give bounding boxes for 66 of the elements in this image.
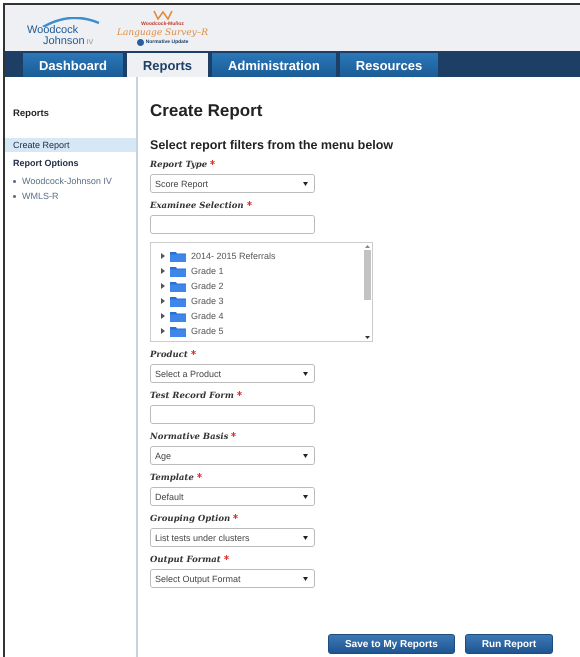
required-asterisk-icon xyxy=(231,432,236,437)
select-field[interactable]: Score Report xyxy=(150,174,315,193)
required-asterisk-icon xyxy=(210,160,216,165)
required-asterisk-icon xyxy=(236,391,242,396)
field-label: Template xyxy=(150,473,580,483)
field-label: Test Record Form xyxy=(150,391,580,401)
tree-item-label[interactable]: Grade 1 xyxy=(191,266,224,276)
expand-arrow-icon[interactable] xyxy=(161,328,165,334)
tree-item-label[interactable]: Grade 4 xyxy=(191,311,224,321)
tree-item-label[interactable]: Grade 5 xyxy=(191,326,224,336)
field-label: Examinee Selection xyxy=(150,201,580,211)
folder-icon xyxy=(170,266,186,276)
expand-arrow-icon[interactable] xyxy=(161,283,165,289)
select-field[interactable]: Default xyxy=(150,487,315,506)
nav-tab[interactable]: Reports xyxy=(126,53,208,77)
nav-tab[interactable]: Administration xyxy=(212,53,336,77)
field-label: Grouping Option xyxy=(150,514,580,524)
tree-item-label[interactable]: Grade 2 xyxy=(191,281,224,291)
expand-arrow-icon[interactable] xyxy=(161,313,165,319)
caret-icon xyxy=(303,182,308,186)
folder-icon xyxy=(170,326,186,336)
field-label: Product xyxy=(150,350,580,360)
caret-icon xyxy=(303,454,308,458)
folder-icon xyxy=(170,250,186,262)
select-field[interactable]: Select Output Format xyxy=(150,569,315,588)
input-field[interactable] xyxy=(150,405,315,424)
sidebar-item[interactable]: Report Options xyxy=(5,156,136,170)
input-field[interactable] xyxy=(150,215,315,234)
expand-arrow-icon[interactable] xyxy=(161,268,165,274)
caret-icon xyxy=(303,536,308,540)
select-field[interactable]: List tests under clusters xyxy=(150,528,315,547)
nav-tab[interactable]: Resources xyxy=(340,53,438,77)
select-field[interactable]: Age xyxy=(150,446,315,465)
page-title: Create Report xyxy=(150,101,264,121)
scroll-up-icon[interactable] xyxy=(364,245,370,248)
field-label: Output Format xyxy=(150,555,580,565)
tree-item-label[interactable]: Grade 3 xyxy=(191,296,224,306)
required-asterisk-icon xyxy=(224,555,229,560)
nav-tab[interactable]: Dashboard xyxy=(23,53,123,77)
scrollbar[interactable] xyxy=(362,243,372,341)
sidebar-item[interactable]: WMLS-R xyxy=(5,189,136,203)
page-subtitle: Select report filters from the menu below xyxy=(150,138,394,152)
field-label: Report Type xyxy=(150,160,580,170)
scroll-down-icon[interactable] xyxy=(364,336,370,339)
tree-item-label[interactable]: 2014- 2015 Referrals xyxy=(191,251,276,261)
caret-icon xyxy=(303,372,308,376)
action-button[interactable]: Run Report xyxy=(464,634,554,654)
bullet-icon xyxy=(13,180,16,184)
caret-icon xyxy=(303,494,308,498)
folder-icon xyxy=(170,296,186,306)
folder-icon xyxy=(170,310,186,322)
field-label: Normative Basis xyxy=(150,432,580,442)
expand-arrow-icon[interactable] xyxy=(161,253,165,259)
sidebar-title: Reports xyxy=(12,108,50,119)
sidebar-item[interactable]: Create Report xyxy=(5,138,136,152)
required-asterisk-icon xyxy=(190,350,196,355)
expand-arrow-icon[interactable] xyxy=(161,298,165,304)
action-button[interactable]: Save to My Reports xyxy=(328,634,455,654)
select-field[interactable]: Select a Product xyxy=(150,364,315,383)
bullet-icon xyxy=(13,195,16,198)
sidebar-item[interactable]: Woodcock-Johnson IV xyxy=(5,174,136,188)
required-asterisk-icon xyxy=(233,514,238,519)
required-asterisk-icon xyxy=(196,473,202,478)
folder-icon xyxy=(170,280,186,292)
caret-icon xyxy=(303,576,308,580)
required-asterisk-icon xyxy=(246,201,252,206)
